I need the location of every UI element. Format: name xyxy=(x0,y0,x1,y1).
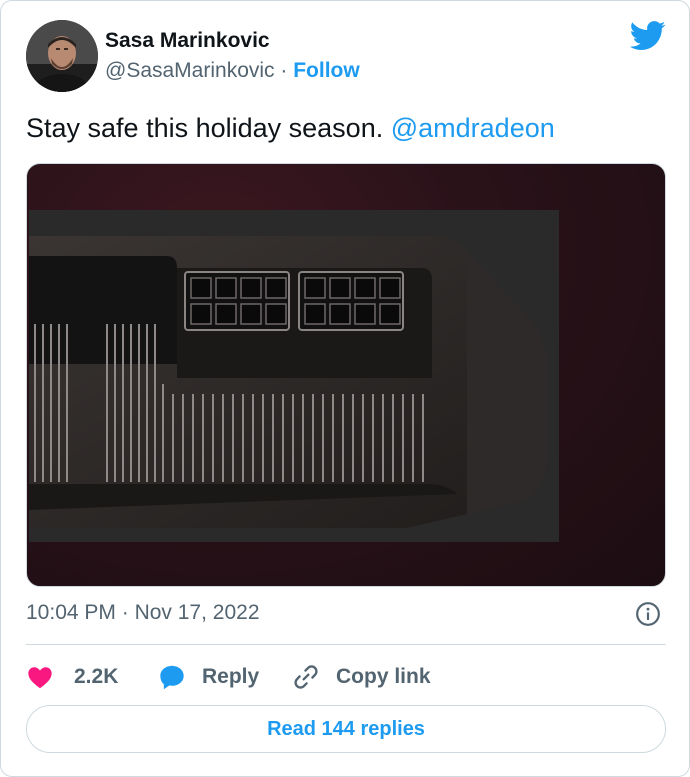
avatar-photo xyxy=(26,20,98,92)
tweet-timestamp[interactable]: 10:04 PM · Nov 17, 2022 xyxy=(26,601,260,625)
author-name[interactable]: Sasa Marinkovic xyxy=(105,29,270,53)
info-icon[interactable] xyxy=(635,601,661,627)
follow-button[interactable]: Follow xyxy=(293,59,360,82)
copy-link-label: Copy link xyxy=(336,665,431,688)
tweet-date: Nov 17, 2022 xyxy=(134,601,260,624)
tweet-text: Stay safe this holiday season. @amdradeo… xyxy=(26,113,555,144)
like-button[interactable]: 2.2K xyxy=(26,657,118,697)
reply-label: Reply xyxy=(202,665,260,688)
mention-link[interactable]: @amdradeon xyxy=(391,113,555,143)
tweet-media[interactable] xyxy=(26,163,666,587)
author-handle[interactable]: @SasaMarinkovic xyxy=(105,59,275,82)
read-replies-button[interactable]: Read 144 replies xyxy=(26,705,666,753)
twitter-bird-icon[interactable] xyxy=(630,21,666,51)
heart-icon xyxy=(28,667,52,689)
link-icon xyxy=(294,665,318,689)
copy-link-button[interactable]: Copy link xyxy=(292,657,431,697)
tweet-time: 10:04 PM xyxy=(26,601,116,624)
divider xyxy=(26,644,666,645)
author-handle-row: @SasaMarinkovic · Follow xyxy=(105,59,360,83)
tweet-card: Sasa Marinkovic @SasaMarinkovic · Follow… xyxy=(0,0,690,777)
action-bar: 2.2K Reply Copy link xyxy=(26,657,666,697)
like-count: 2.2K xyxy=(74,665,119,688)
speech-bubble-icon xyxy=(160,665,184,690)
gpu-power-connector-photo xyxy=(29,210,559,542)
timestamp-separator: · xyxy=(121,601,129,624)
tweet-body: Stay safe this holiday season. xyxy=(26,113,384,143)
handle-separator: · xyxy=(280,59,288,82)
author-avatar[interactable] xyxy=(26,20,98,92)
reply-button[interactable]: Reply xyxy=(158,657,259,697)
